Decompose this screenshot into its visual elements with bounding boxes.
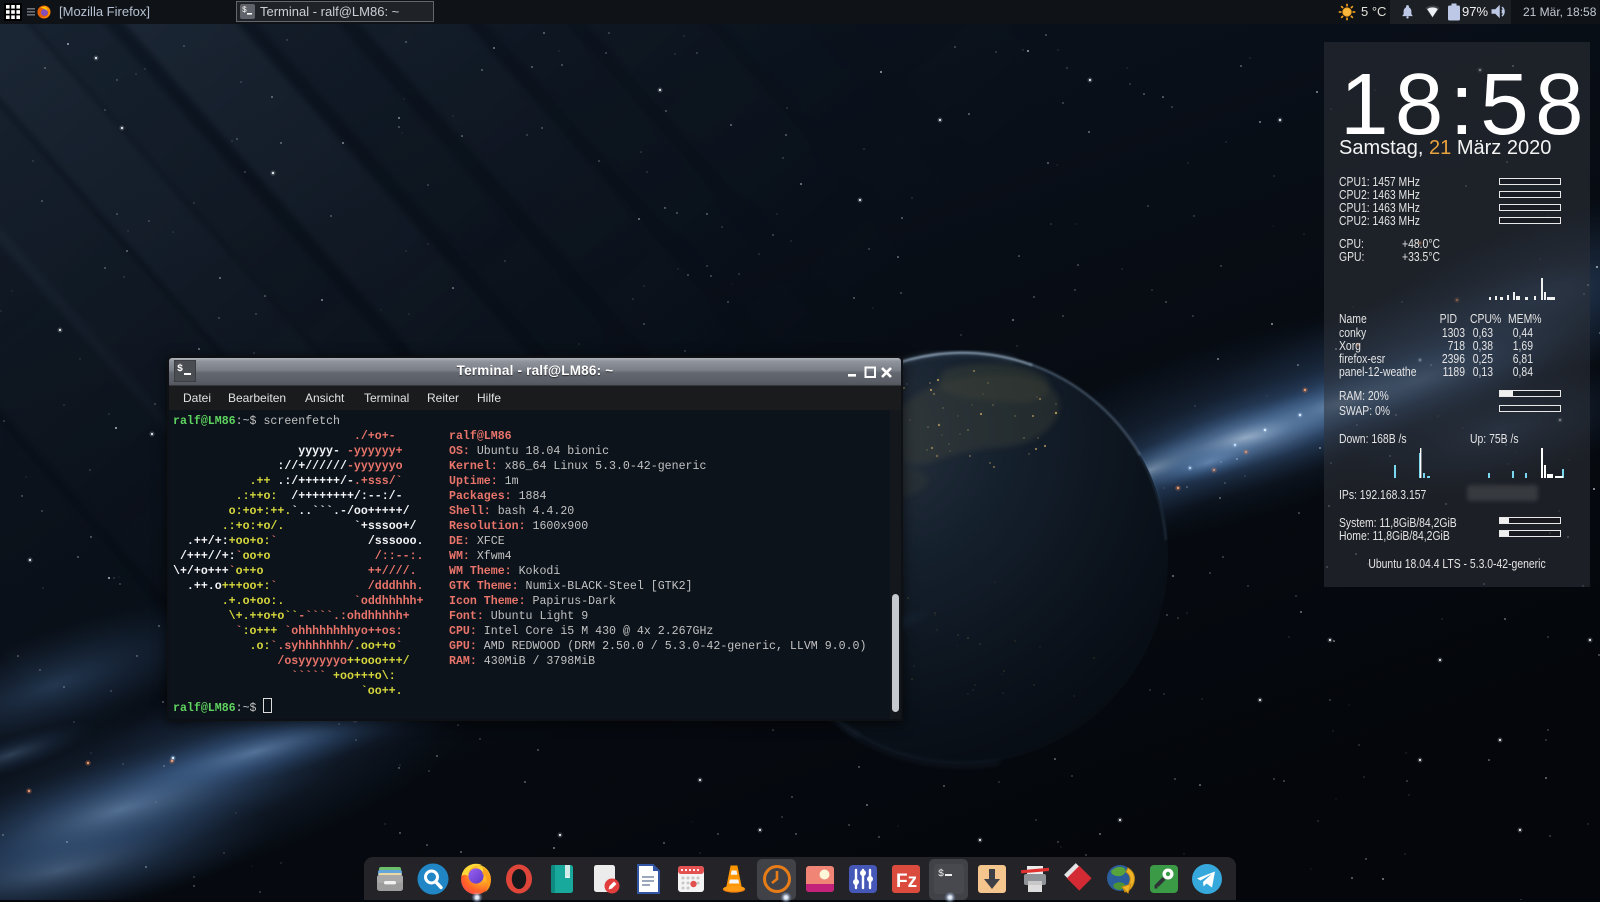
svg-text:$: $ [242,6,247,15]
svg-text:Fz: Fz [896,871,917,892]
svg-text:$: $ [938,868,944,880]
